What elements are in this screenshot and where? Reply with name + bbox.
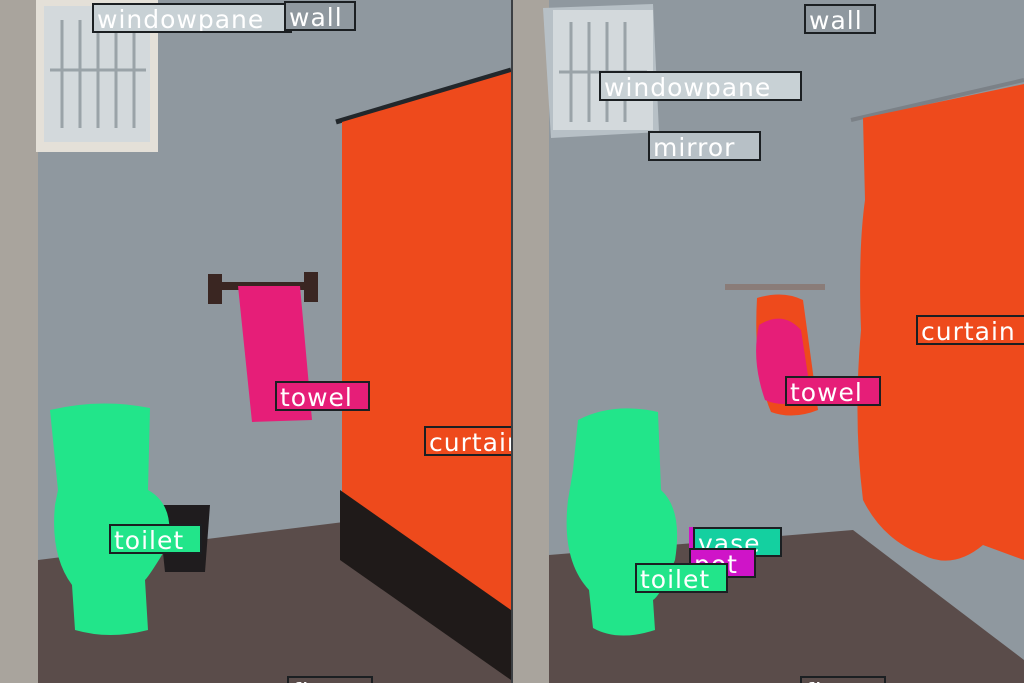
label-toilet: toilet (635, 563, 728, 593)
label-windowpane: windowpane (599, 71, 802, 101)
label-curtain: curtain (916, 315, 1024, 345)
label-towel: towel (785, 376, 881, 406)
label-floor: floor (287, 676, 373, 683)
label-floor: floor (800, 676, 886, 683)
towel-bar (725, 284, 825, 290)
segmentation-panel-right: wall windowpane mirror curtain towel vas… (513, 0, 1024, 683)
label-windowpane: windowpane (92, 3, 292, 33)
label-wall: wall (804, 4, 876, 34)
segmentation-panel-left: windowpane wall towel curtain toilet flo… (0, 0, 511, 683)
scene-left (0, 0, 511, 683)
towel-bar-mount-right (304, 272, 318, 302)
label-mirror: mirror (648, 131, 761, 161)
label-towel: towel (275, 381, 370, 411)
windowpane-region (553, 10, 653, 130)
door-frame-left (513, 0, 549, 683)
label-wall: wall (284, 1, 356, 31)
label-toilet: toilet (109, 524, 202, 554)
towel-bar-mount-left (208, 274, 222, 304)
door-frame-left (0, 0, 38, 683)
label-curtain: curtain (424, 426, 511, 456)
